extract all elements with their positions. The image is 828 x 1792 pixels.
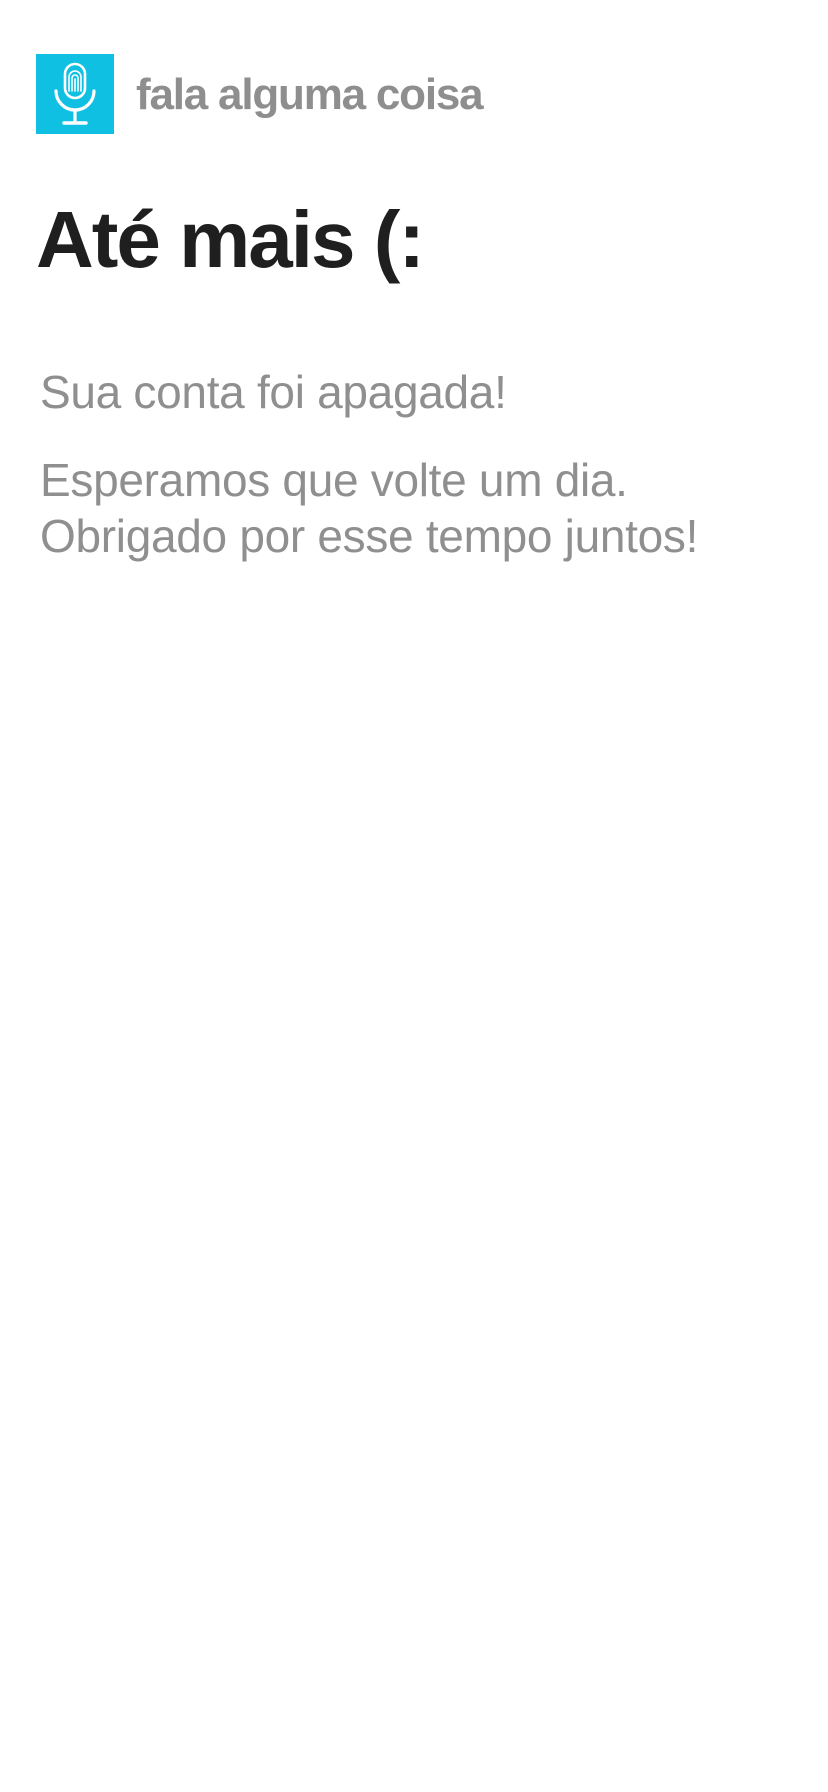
farewell-line-thanks: Obrigado por esse tempo juntos! [40,510,699,562]
farewell-message: Esperamos que volte um dia. Obrigado por… [40,452,800,564]
microphone-fingerprint-icon [54,62,96,125]
farewell-line-hope: Esperamos que volte um dia. [40,454,628,506]
app-name: fala alguma coisa [136,70,484,119]
app-logo [36,54,114,134]
page-title: Até mais (: [36,195,425,284]
account-deleted-message: Sua conta foi apagada! [40,366,507,418]
app-header: fala alguma coisa [36,54,484,134]
